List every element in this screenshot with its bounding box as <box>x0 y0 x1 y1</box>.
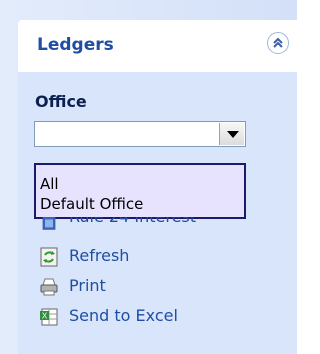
svg-text:X: X <box>42 312 48 321</box>
refresh-link[interactable]: Refresh <box>39 245 289 269</box>
rule-24-interest-link[interactable]: Rule 24 Interest <box>39 217 289 235</box>
print-icon <box>40 278 58 296</box>
refresh-label: Refresh <box>69 246 130 265</box>
office-dropdown-list[interactable]: All Default Office <box>34 163 246 219</box>
panel-header: Ledgers <box>18 20 297 72</box>
double-chevron-up-icon <box>273 37 283 48</box>
print-link[interactable]: Print <box>39 275 289 299</box>
office-option-all[interactable]: All <box>40 175 59 193</box>
send-to-excel-label: Send to Excel <box>69 306 178 325</box>
refresh-icon <box>40 247 58 267</box>
send-to-excel-link[interactable]: X Send to Excel <box>39 305 289 329</box>
rule-icon <box>42 217 56 230</box>
collapse-button[interactable] <box>267 32 289 54</box>
rule-24-interest-label: Rule 24 Interest <box>69 217 196 226</box>
excel-icon: X <box>40 308 58 326</box>
office-select[interactable] <box>34 121 246 147</box>
dropdown-button[interactable] <box>219 123 244 145</box>
office-option-default[interactable]: Default Office <box>40 195 143 213</box>
print-label: Print <box>69 276 106 295</box>
ledgers-panel: Ledgers Office All Default Office Rule 2… <box>0 0 297 354</box>
panel-title: Ledgers <box>37 35 114 55</box>
office-label: Office <box>35 92 87 111</box>
